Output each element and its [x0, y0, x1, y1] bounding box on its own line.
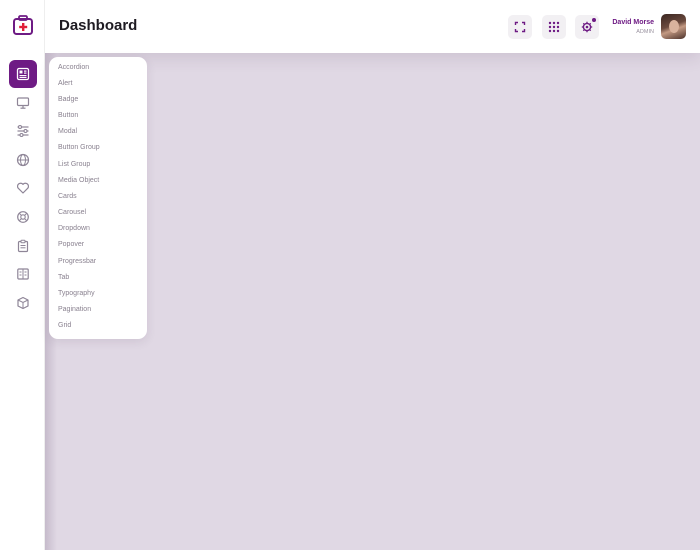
menu-item-progressbar[interactable]: Progressbar	[58, 258, 96, 265]
heart-icon	[17, 182, 29, 194]
cube-icon	[17, 296, 29, 310]
user-name[interactable]: David Morse	[608, 19, 654, 26]
monitor-icon	[16, 97, 30, 109]
menu-item-popover[interactable]: Popover	[58, 241, 84, 248]
sidebar-item-reports[interactable]	[14, 237, 32, 255]
avatar-face	[669, 20, 679, 33]
sidebar-item-monitor[interactable]	[14, 94, 32, 112]
dashboard-icon	[16, 67, 30, 81]
settings-button[interactable]	[575, 15, 599, 39]
notification-dot	[592, 18, 596, 22]
sidebar	[0, 0, 45, 550]
gear-icon	[581, 21, 593, 33]
clipboard-icon	[17, 239, 29, 253]
sidebar-item-dashboard[interactable]	[9, 60, 37, 88]
sidebar-item-favorites[interactable]	[14, 179, 32, 197]
menu-item-badge[interactable]: Badge	[58, 96, 78, 103]
menu-item-grid[interactable]: Grid	[58, 322, 71, 329]
sidebar-item-globe[interactable]	[14, 151, 32, 169]
menu-item-pagination[interactable]: Pagination	[58, 306, 91, 313]
menu-item-carousel[interactable]: Carousel	[58, 209, 86, 216]
avatar[interactable]	[661, 14, 686, 39]
apps-grid-button[interactable]	[542, 15, 566, 39]
menu-item-accordion[interactable]: Accordion	[58, 64, 89, 71]
page-title: Dashboard	[59, 17, 138, 34]
support-icon	[17, 211, 29, 223]
sidebar-item-settings[interactable]	[14, 122, 32, 140]
sidebar-item-documents[interactable]	[14, 265, 32, 283]
menu-item-button-group[interactable]: Button Group	[58, 144, 100, 151]
menu-item-alert[interactable]: Alert	[58, 80, 72, 87]
fullscreen-button[interactable]	[508, 15, 532, 39]
sidebar-item-support[interactable]	[14, 208, 32, 226]
top-header: Dashboard David Morse ADMIN	[45, 0, 700, 53]
globe-icon	[16, 153, 30, 167]
document-icon	[17, 268, 29, 280]
components-menu: Accordion Alert Badge Button Modal Butto…	[49, 57, 147, 339]
menu-item-list-group[interactable]: List Group	[58, 161, 90, 168]
fullscreen-icon	[514, 21, 526, 33]
apps-grid-icon	[548, 21, 560, 33]
menu-item-typography[interactable]: Typography	[58, 290, 95, 297]
menu-item-tab[interactable]: Tab	[58, 274, 69, 281]
menu-item-button[interactable]: Button	[58, 112, 78, 119]
menu-item-cards[interactable]: Cards	[58, 193, 77, 200]
sliders-icon	[17, 124, 29, 138]
sidebar-item-packages[interactable]	[14, 294, 32, 312]
menu-item-modal[interactable]: Modal	[58, 128, 77, 135]
user-role: ADMIN	[636, 29, 654, 35]
medical-kit-logo-icon[interactable]	[12, 14, 34, 36]
menu-item-media-object[interactable]: Media Object	[58, 177, 99, 184]
menu-item-dropdown[interactable]: Dropdown	[58, 225, 90, 232]
